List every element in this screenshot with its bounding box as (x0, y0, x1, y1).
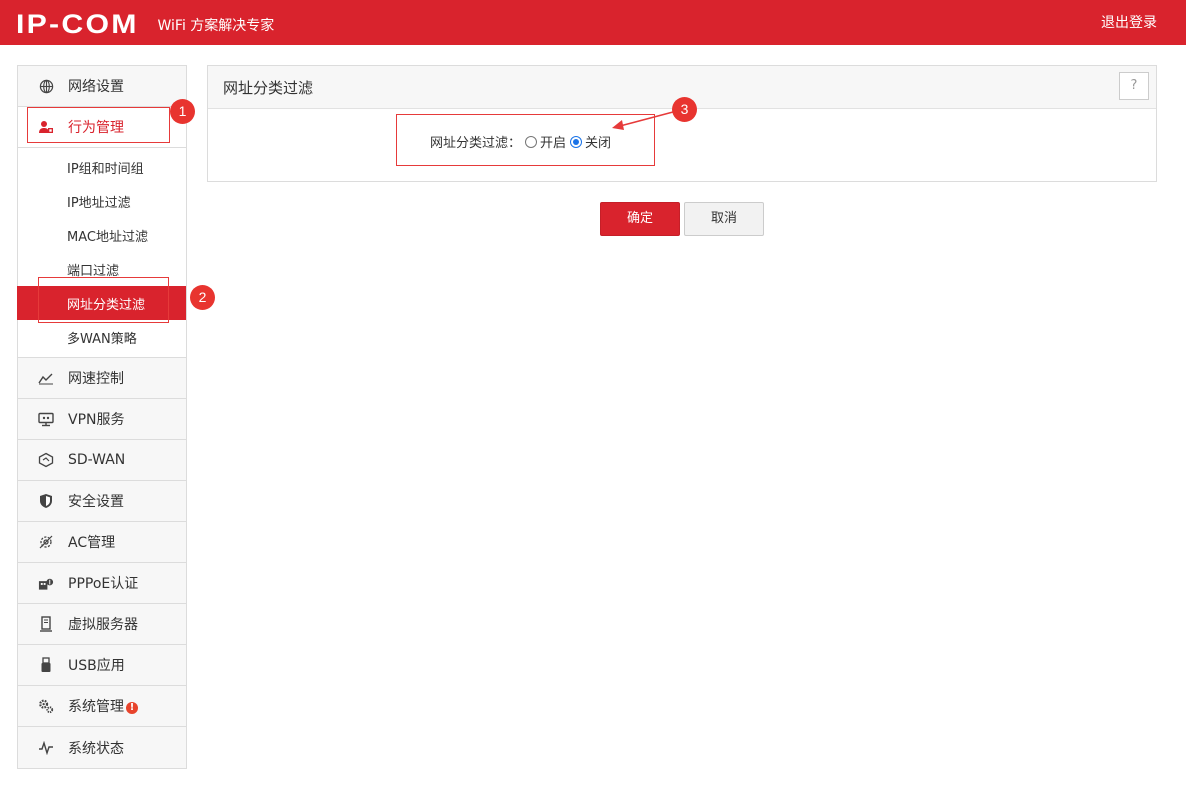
annotation-number-3: 3 (672, 97, 697, 122)
top-header: IP-COM WiFi 方案解决专家 退出登录 (0, 0, 1186, 45)
radio-enable-circle[interactable] (525, 135, 538, 148)
radio-enable[interactable]: 开启 (525, 132, 566, 151)
brand-tagline: WiFi 方案解决专家 (157, 18, 275, 34)
submenu-item-port-filter[interactable]: 端口过滤 (18, 252, 186, 286)
ip-com-logo: IP-COM (16, 9, 139, 39)
annotation-number-2: 2 (190, 285, 215, 310)
usb-icon (38, 657, 54, 673)
sidebar-item-pppoe-auth[interactable]: PPPoE认证 (18, 563, 186, 604)
behavior-management-submenu: IP组和时间组 IP地址过滤 MAC地址过滤 端口过滤 网址分类过滤 多WAN策… (17, 148, 186, 358)
sidebar-item-security-settings[interactable]: 安全设置 (18, 481, 186, 522)
user-manage-icon (38, 119, 54, 135)
gears-icon (38, 698, 54, 714)
radio-disable[interactable]: 关闭 (570, 132, 611, 151)
radio-enable-label: 开启 (540, 136, 567, 151)
sidebar-item-label: 网速控制 (68, 371, 124, 387)
pppoe-icon (38, 575, 54, 591)
submenu-item-ip-filter[interactable]: IP地址过滤 (18, 184, 186, 218)
sidebar-item-vpn-service[interactable]: VPN服务 (18, 399, 186, 440)
sidebar-item-label: 系统管理! (68, 696, 138, 716)
sidebar-item-system-management[interactable]: 系统管理! (18, 686, 186, 727)
globe-icon (38, 78, 54, 94)
sidebar-item-label: PPPoE认证 (68, 576, 139, 592)
cancel-button[interactable]: 取消 (684, 202, 764, 236)
shield-icon (38, 493, 54, 509)
server-icon (38, 616, 54, 632)
sdwan-icon (38, 452, 54, 468)
sidebar-item-label: VPN服务 (68, 412, 125, 428)
confirm-button[interactable]: 确定 (600, 202, 680, 236)
sidebar-item-label: USB应用 (68, 658, 125, 674)
submenu-item-ip-time-group[interactable]: IP组和时间组 (18, 150, 186, 184)
sidebar-item-network-settings[interactable]: 网络设置 (18, 66, 186, 107)
submenu-item-multi-wan-policy[interactable]: 多WAN策略 (18, 320, 186, 354)
url-category-filter-panel: 网址分类过滤 ? 网址分类过滤： 开启 关闭 (207, 65, 1157, 182)
sidebar-nav: 网络设置 行为管理 IP组和时间组 IP地址过滤 MAC地址过滤 端口过滤 网址… (17, 65, 187, 769)
sidebar-item-label: 行为管理 (68, 120, 124, 136)
filter-label: 网址分类过滤： (430, 136, 522, 151)
radio-disable-circle[interactable] (570, 135, 583, 148)
page-title: 网址分类过滤 (223, 79, 314, 97)
sidebar-item-behavior-management[interactable]: 行为管理 (18, 107, 186, 148)
filter-toggle-row: 网址分类过滤： 开启 关闭 (430, 132, 611, 151)
sidebar-item-ac-management[interactable]: AC管理 (18, 522, 186, 563)
sidebar-item-label: AC管理 (68, 535, 116, 551)
system-management-label: 系统管理 (68, 699, 124, 715)
submenu-item-mac-filter[interactable]: MAC地址过滤 (18, 218, 186, 252)
radio-disable-label: 关闭 (585, 136, 612, 151)
sidebar-item-sd-wan[interactable]: SD-WAN (18, 440, 186, 481)
sidebar-item-label: SD-WAN (68, 452, 126, 468)
sidebar-item-system-status[interactable]: 系统状态 (18, 727, 186, 768)
sidebar-item-speed-control[interactable]: 网速控制 (18, 358, 186, 399)
speed-chart-icon (38, 370, 54, 386)
sidebar-item-label: 安全设置 (68, 494, 124, 510)
pulse-icon (38, 740, 54, 756)
ac-manage-icon (38, 534, 54, 550)
vpn-monitor-icon (38, 411, 54, 427)
logout-link[interactable]: 退出登录 (1101, 12, 1157, 32)
annotation-number-1: 1 (170, 99, 195, 124)
brand: IP-COM WiFi 方案解决专家 (16, 8, 274, 40)
sidebar-item-usb-app[interactable]: USB应用 (18, 645, 186, 686)
sidebar-item-label: 虚拟服务器 (68, 617, 138, 633)
submenu-item-url-category-filter[interactable]: 网址分类过滤 (17, 286, 186, 320)
help-button[interactable]: ? (1119, 72, 1149, 100)
sidebar-item-label: 系统状态 (68, 740, 124, 757)
sidebar-item-label: 网络设置 (68, 79, 124, 95)
warning-badge: ! (126, 702, 138, 714)
sidebar-item-virtual-server[interactable]: 虚拟服务器 (18, 604, 186, 645)
